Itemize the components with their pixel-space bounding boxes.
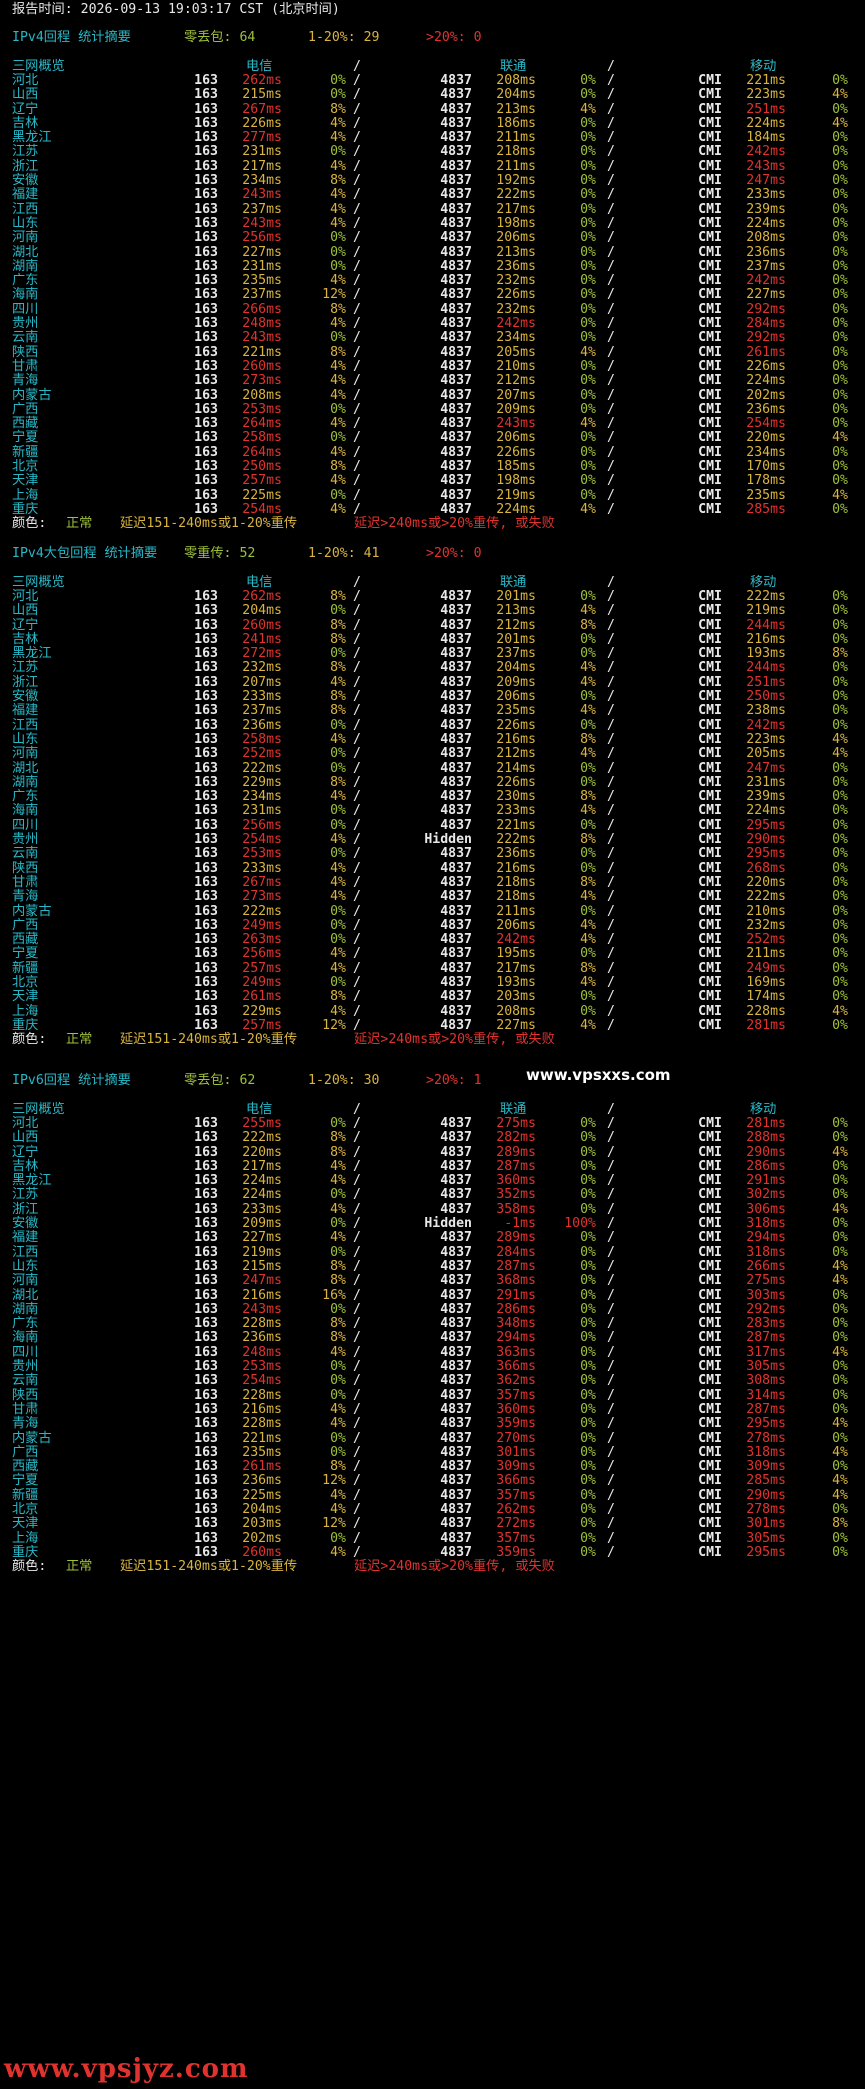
summary-mid: 1-20%: 29 xyxy=(308,30,380,45)
summary-high: >20%: 0 xyxy=(426,546,482,561)
summary-zero: 零重传: 52 xyxy=(184,546,256,561)
section-summary: IPv6回程 统计摘要 零丢包: 62 1-20%: 30 >20%: 1 xyxy=(0,1071,865,1090)
legend-bad: 延迟>240ms或>20%重传, 或失败 xyxy=(354,516,555,532)
color-legend: 颜色: 正常 延迟151-240ms或1-20%重传 延迟>240ms或>20%重传,… xyxy=(0,514,865,533)
summary-mid: 1-20%: 41 xyxy=(308,546,380,561)
section-title: IPv6回程 统计摘要 xyxy=(12,1073,131,1088)
summary-high: >20%: 1 xyxy=(426,1073,482,1088)
legend-ok: 正常 xyxy=(66,1559,93,1575)
section-summary: IPv4回程 统计摘要 零丢包: 64 1-20%: 29 >20%: 0 xyxy=(0,28,865,47)
legend-label: 颜色: xyxy=(12,1559,47,1575)
legend-label: 颜色: xyxy=(12,516,47,532)
legend-ok: 正常 xyxy=(66,1032,93,1048)
legend-warn: 延迟151-240ms或1-20%重传 xyxy=(120,1559,298,1575)
report-time: 报告时间: 2026-09-13 19:03:17 CST (北京时间) xyxy=(12,2,340,17)
section-summary: IPv4大包回程 统计摘要 零重传: 52 1-20%: 41 >20%: 0 xyxy=(0,544,865,563)
legend-warn: 延迟151-240ms或1-20%重传 xyxy=(120,516,298,532)
watermark-top: www.vpsxxs.com xyxy=(526,1066,671,1084)
legend-bad: 延迟>240ms或>20%重传, 或失败 xyxy=(354,1559,555,1575)
summary-zero: 零丢包: 64 xyxy=(184,30,256,45)
legend-ok: 正常 xyxy=(66,516,93,532)
section-title: IPv4大包回程 统计摘要 xyxy=(12,546,158,561)
color-legend: 颜色: 正常 延迟151-240ms或1-20%重传 延迟>240ms或>20%重传,… xyxy=(0,1557,865,1576)
legend-warn: 延迟151-240ms或1-20%重传 xyxy=(120,1032,298,1048)
watermark-bottom: www.vpsjyz.com xyxy=(4,2054,249,2084)
legend-bad: 延迟>240ms或>20%重传, 或失败 xyxy=(354,1032,555,1048)
color-legend: 颜色: 正常 延迟151-240ms或1-20%重传 延迟>240ms或>20%重传,… xyxy=(0,1030,865,1049)
summary-mid: 1-20%: 30 xyxy=(308,1073,380,1088)
summary-high: >20%: 0 xyxy=(426,30,482,45)
legend-label: 颜色: xyxy=(12,1032,47,1048)
section-title: IPv4回程 统计摘要 xyxy=(12,30,131,45)
summary-zero: 零丢包: 62 xyxy=(184,1073,256,1088)
